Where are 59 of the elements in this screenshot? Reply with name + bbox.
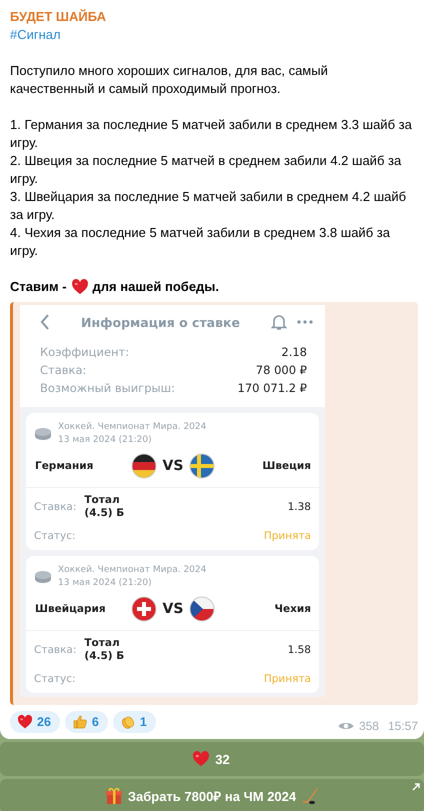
league-text: Хоккей. Чемпионат Мира. 2024 bbox=[58, 421, 206, 434]
eye-icon bbox=[338, 721, 354, 731]
thumbs-up-icon bbox=[72, 714, 88, 730]
team-name: Швейцария bbox=[35, 603, 107, 615]
versus-text: VS bbox=[162, 601, 184, 617]
inline-button[interactable]: 32 bbox=[0, 742, 424, 776]
message-time: 15:57 bbox=[388, 719, 418, 733]
info-label: Возможный выигрыш: bbox=[40, 380, 175, 397]
status-label: Статус: bbox=[34, 673, 76, 685]
puck-icon bbox=[34, 570, 52, 584]
heart-icon bbox=[70, 278, 89, 296]
screen-title: Информация о ставке bbox=[80, 314, 241, 330]
heart-icon bbox=[17, 714, 33, 730]
team-name: Швеция bbox=[261, 460, 311, 472]
versus-text: VS bbox=[162, 458, 184, 474]
gift-icon bbox=[104, 787, 123, 805]
flag-icon bbox=[130, 453, 157, 479]
odds-value: 1.38 bbox=[288, 501, 311, 513]
status-value: Принята bbox=[264, 673, 311, 685]
team-name: Германия bbox=[35, 460, 94, 472]
flag-icon bbox=[130, 596, 157, 622]
info-value: 2.18 bbox=[281, 344, 307, 361]
info-value: 170 071.2 ₽ bbox=[238, 380, 307, 397]
league-text: Хоккей. Чемпионат Мира. 2024 bbox=[58, 564, 206, 577]
flag-icon bbox=[189, 596, 216, 622]
message-paragraph: Поступило много хороших сигналов, для вас, самый качественный и самый проходимый прогноз. bbox=[10, 62, 329, 98]
bell-icon bbox=[271, 313, 287, 331]
hashtag-link[interactable]: #Сигнал bbox=[10, 26, 418, 44]
status-label: Статус: bbox=[34, 530, 76, 542]
flag-icon bbox=[189, 453, 216, 479]
info-label: Коэффициент: bbox=[40, 344, 130, 361]
inline-button[interactable]: Забрать 7800₽ на ЧМ 2024 bbox=[0, 779, 424, 811]
date-text: 13 мая 2024 (21:20) bbox=[58, 434, 153, 447]
reaction-button[interactable]: 1 bbox=[112, 711, 156, 733]
stake-value: Тотал (4.5) Б bbox=[84, 494, 124, 520]
channel-name: БУДЕТ ШАЙБА bbox=[10, 8, 107, 26]
odds-value: 1.58 bbox=[288, 644, 311, 656]
view-count: 358 bbox=[358, 719, 379, 733]
hockey-stick-icon bbox=[301, 787, 320, 805]
reaction-button[interactable]: 6 bbox=[64, 711, 108, 733]
list-item: 2. Швеция за последние 5 матчей в среднем забили 4.2 шайб за игру. bbox=[10, 152, 402, 188]
back-icon bbox=[40, 314, 50, 330]
list-item: 1. Германия за последние 5 матчей забили в среднем 3.3 шайб за игру. bbox=[10, 116, 413, 152]
info-value: 78 000 ₽ bbox=[256, 362, 307, 379]
heart-icon bbox=[192, 750, 210, 768]
stake-value: Тотал (4.5) Б bbox=[84, 637, 124, 663]
call-to-action-text: Ставим - bbox=[10, 278, 67, 296]
date-text: 13 мая 2024 (21:20) bbox=[58, 577, 153, 590]
more-icon bbox=[297, 320, 313, 324]
call-to-action-text: для нашей победы. bbox=[92, 278, 220, 296]
list-item: 4. Чехия за последние 5 матчей забили в среднем 3.8 шайб за игру. bbox=[10, 224, 391, 260]
team-name: Чехия bbox=[274, 603, 311, 615]
puck-icon bbox=[34, 427, 52, 441]
info-label: Ставка: bbox=[40, 362, 86, 379]
stake-label: Ставка: bbox=[34, 644, 76, 656]
reaction-button[interactable]: 26 bbox=[10, 711, 60, 733]
list-item: 3. Швейцария за последние 5 матчей забили в среднем 4.2 шайб за игру. bbox=[10, 188, 408, 224]
stake-label: Ставка: bbox=[34, 501, 76, 513]
status-value: Принята bbox=[264, 530, 311, 542]
